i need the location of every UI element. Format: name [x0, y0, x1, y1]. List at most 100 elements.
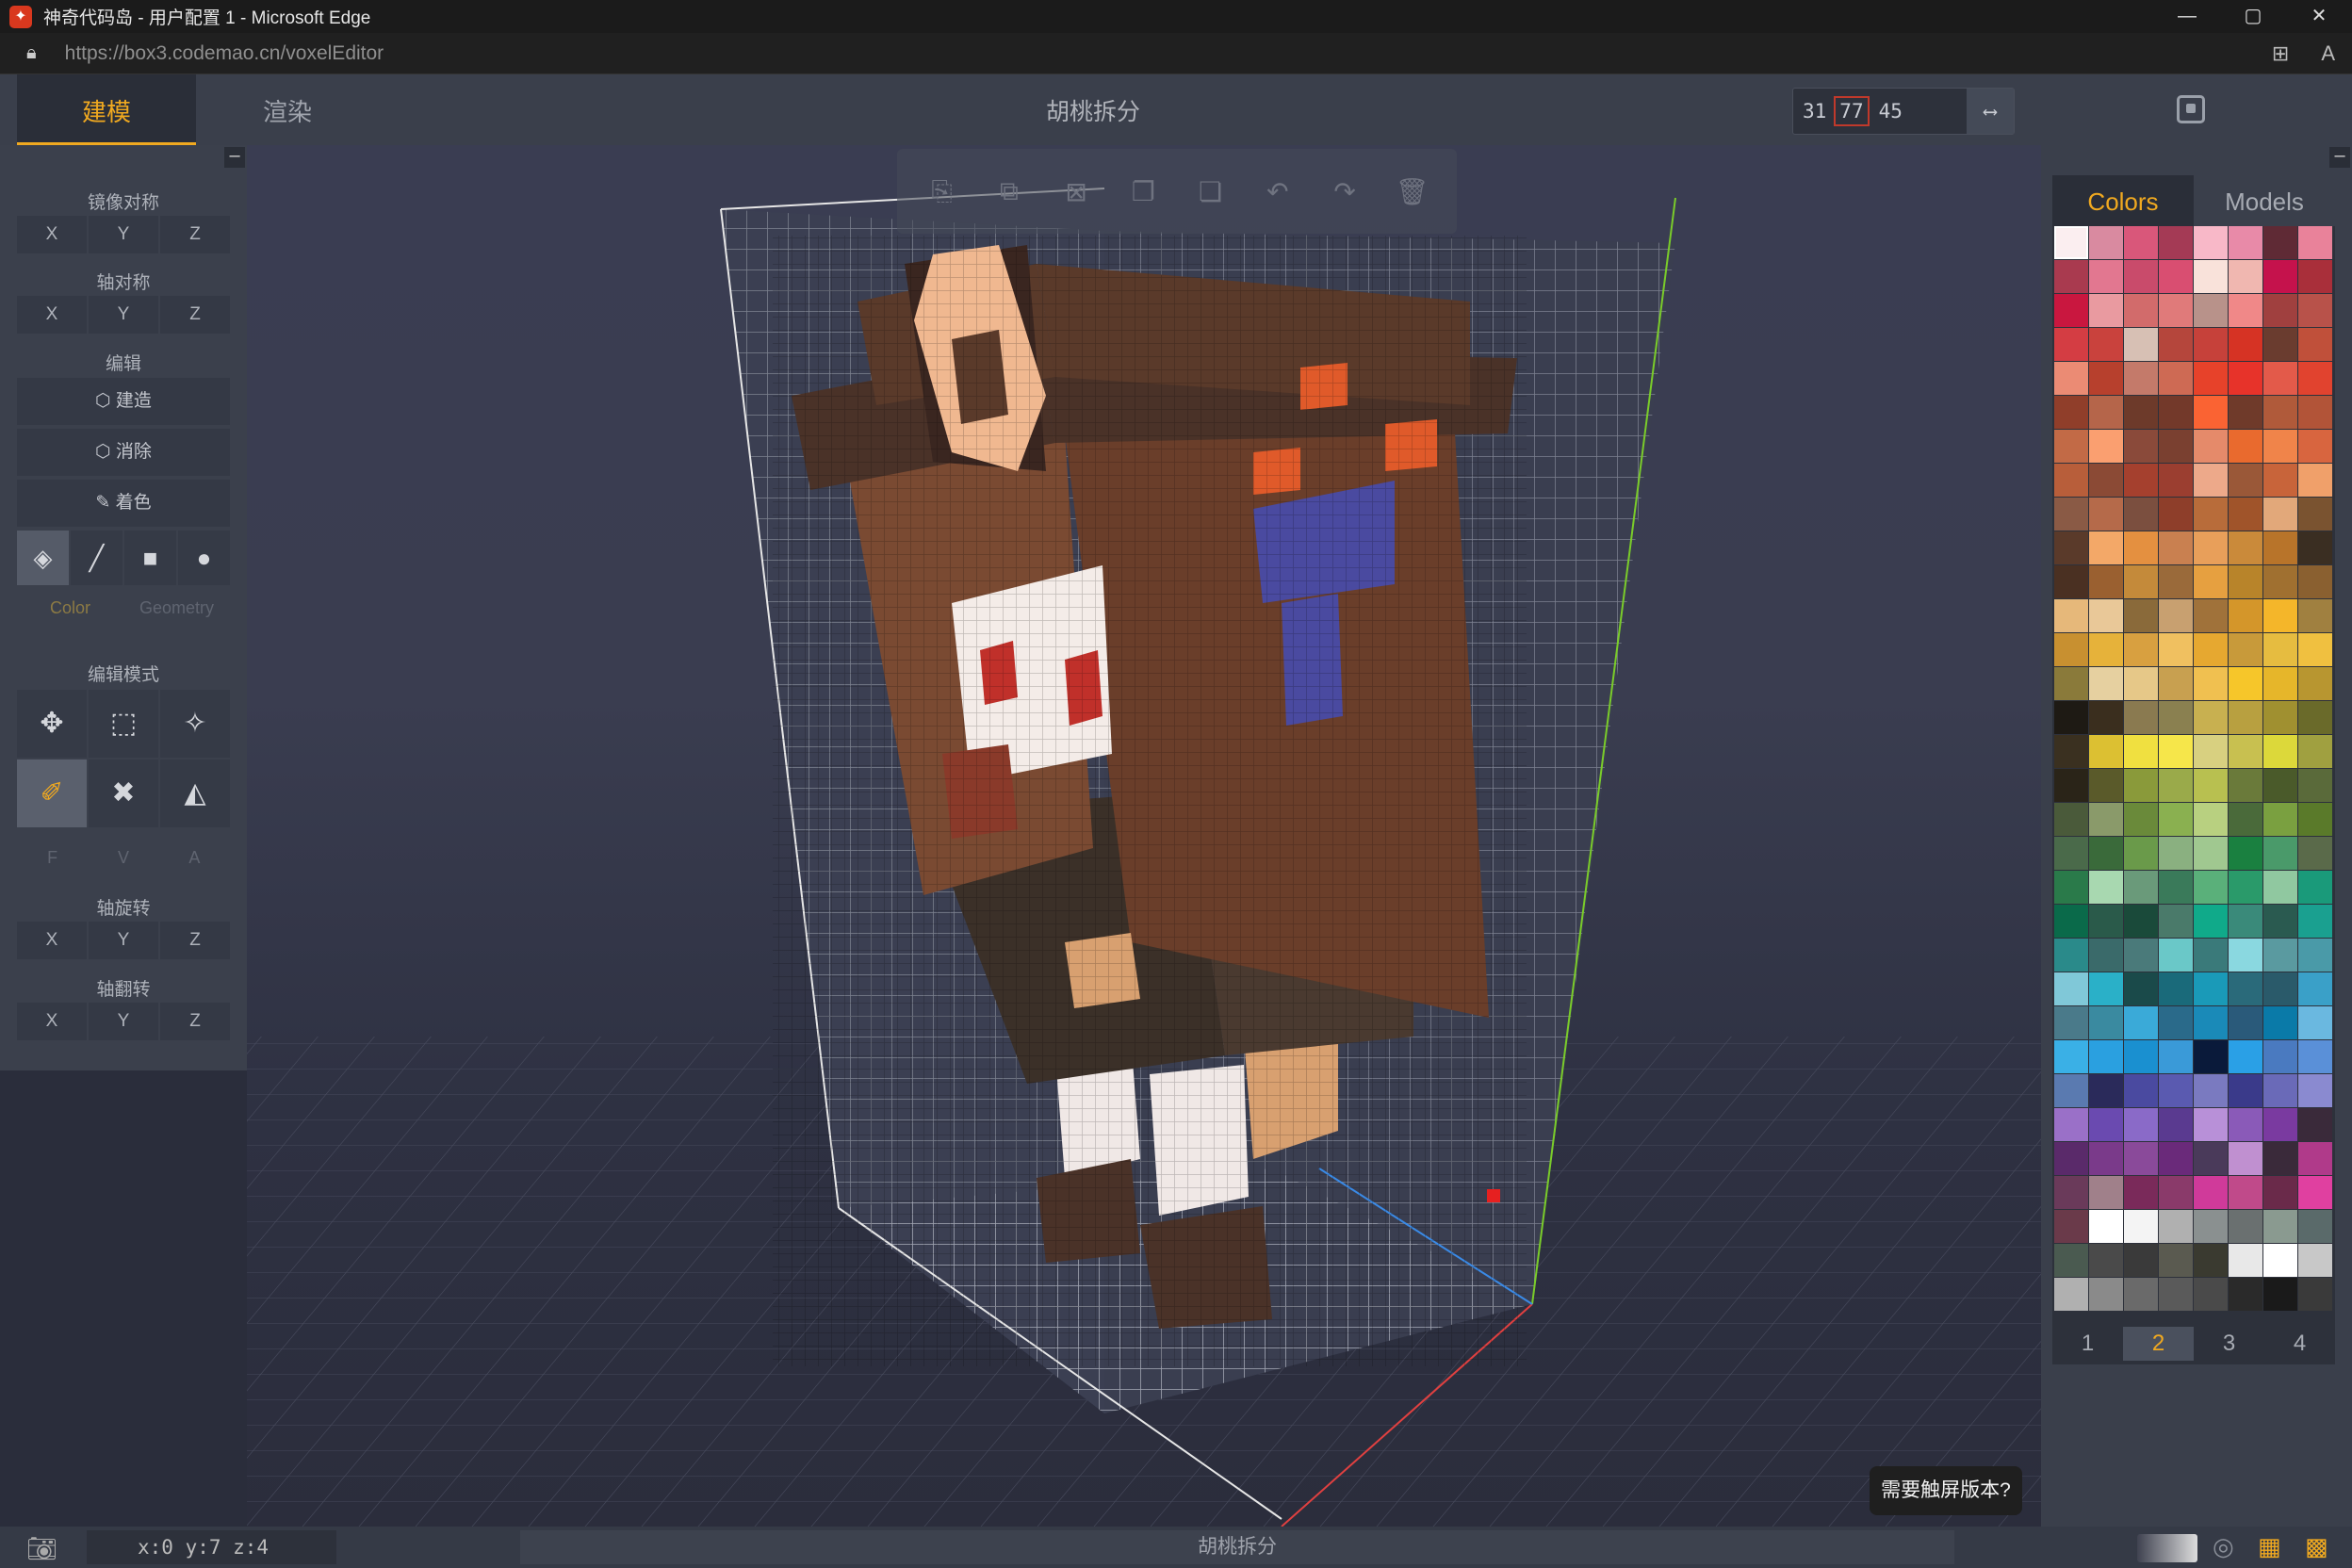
mirror-y-button[interactable]: Y [89, 216, 158, 253]
color-swatch[interactable] [2229, 362, 2262, 395]
color-swatch[interactable] [2298, 565, 2332, 598]
color-swatch[interactable] [2124, 599, 2158, 632]
color-swatch[interactable] [2194, 328, 2228, 361]
color-swatch[interactable] [2298, 769, 2332, 802]
delete-hex-icon[interactable]: ✖ [89, 760, 158, 827]
color-swatch[interactable] [2263, 294, 2297, 327]
color-swatch[interactable] [2298, 837, 2332, 870]
color-swatch[interactable] [2194, 294, 2228, 327]
color-swatch[interactable] [2298, 1074, 2332, 1107]
color-swatch[interactable] [2089, 226, 2123, 259]
color-swatch[interactable] [2089, 599, 2123, 632]
color-swatch[interactable] [2194, 735, 2228, 768]
color-swatch[interactable] [2124, 464, 2158, 497]
color-swatch[interactable] [2298, 498, 2332, 531]
color-swatch[interactable] [2229, 972, 2262, 1005]
color-swatch[interactable] [2089, 565, 2123, 598]
url-text[interactable]: https://box3.codemao.cn/voxelEditor [65, 42, 384, 65]
color-swatch[interactable] [2298, 1142, 2332, 1175]
color-swatch[interactable] [2298, 294, 2332, 327]
collapse-right-button[interactable]: – [2329, 146, 2350, 168]
color-swatch[interactable] [2263, 226, 2297, 259]
color-swatch[interactable] [2194, 1244, 2228, 1277]
vertex-mode[interactable]: V [88, 839, 158, 876]
palette-page-3[interactable]: 3 [2194, 1327, 2264, 1361]
color-swatch[interactable] [2054, 599, 2088, 632]
palette-page-2[interactable]: 2 [2123, 1327, 2194, 1361]
color-swatch[interactable] [2124, 972, 2158, 1005]
color-swatch[interactable] [2194, 667, 2228, 700]
collapse-left-button[interactable]: – [224, 146, 245, 168]
color-swatch[interactable] [2054, 531, 2088, 564]
color-swatch[interactable] [2263, 1176, 2297, 1209]
color-swatch[interactable] [2054, 972, 2088, 1005]
axis-sym-z-button[interactable]: Z [160, 296, 230, 334]
color-swatch[interactable] [2194, 837, 2228, 870]
color-swatch[interactable] [2263, 464, 2297, 497]
color-swatch[interactable] [2263, 362, 2297, 395]
color-swatch[interactable] [2054, 1108, 2088, 1141]
color-swatch[interactable] [2194, 396, 2228, 429]
color-swatch[interactable] [2124, 1074, 2158, 1107]
color-swatch[interactable] [2089, 1210, 2123, 1243]
geometry-mode-tab[interactable]: Geometry [123, 589, 230, 627]
color-swatch[interactable] [2263, 1074, 2297, 1107]
clear-selection-icon[interactable]: ⊠ [1055, 176, 1097, 207]
color-swatch[interactable] [2229, 837, 2262, 870]
color-swatch[interactable] [2089, 531, 2123, 564]
color-swatch[interactable] [2124, 565, 2158, 598]
color-swatch[interactable] [2194, 701, 2228, 734]
tab-build[interactable]: 建模 [17, 74, 196, 145]
color-swatch[interactable] [2089, 769, 2123, 802]
color-swatch[interactable] [2089, 328, 2123, 361]
color-swatch[interactable] [2194, 972, 2228, 1005]
color-swatch[interactable] [2263, 1210, 2297, 1243]
color-swatch[interactable] [2159, 701, 2193, 734]
color-swatch[interactable] [2054, 260, 2088, 293]
color-swatch[interactable] [2263, 260, 2297, 293]
tab-render[interactable]: 渲染 [198, 74, 377, 145]
color-swatch[interactable] [2194, 226, 2228, 259]
color-swatch[interactable] [2194, 1074, 2228, 1107]
minimize-button[interactable]: — [2154, 0, 2220, 33]
color-swatch[interactable] [2124, 905, 2158, 938]
color-swatch[interactable] [2159, 837, 2193, 870]
color-swatch[interactable] [2229, 226, 2262, 259]
color-swatch[interactable] [2298, 531, 2332, 564]
color-swatch[interactable] [2124, 1006, 2158, 1039]
color-swatch[interactable] [2159, 1176, 2193, 1209]
camera-icon[interactable]: 📷︎ [26, 1534, 57, 1563]
square-icon[interactable]: ■ [124, 531, 176, 585]
color-swatch[interactable] [2089, 1176, 2123, 1209]
color-swatch[interactable] [2054, 1244, 2088, 1277]
color-swatch[interactable] [2124, 362, 2158, 395]
color-swatch[interactable] [2263, 1142, 2297, 1175]
address-bar[interactable]: 🔒︎ https://box3.codemao.cn/voxelEditor ⊞… [0, 33, 2352, 74]
color-swatch[interactable] [2263, 1108, 2297, 1141]
color-swatch[interactable] [2263, 972, 2297, 1005]
color-swatch[interactable] [2298, 1006, 2332, 1039]
color-swatch[interactable] [2263, 498, 2297, 531]
axis-sym-y-button[interactable]: Y [89, 296, 158, 334]
color-swatch[interactable] [2159, 769, 2193, 802]
color-swatch[interactable] [2054, 362, 2088, 395]
color-swatch[interactable] [2124, 837, 2158, 870]
color-swatch[interactable] [2194, 565, 2228, 598]
color-swatch[interactable] [2298, 1244, 2332, 1277]
color-swatch[interactable] [2298, 1108, 2332, 1141]
color-swatch[interactable] [2298, 871, 2332, 904]
color-swatch[interactable] [2054, 701, 2088, 734]
color-swatch[interactable] [2054, 328, 2088, 361]
color-swatch[interactable] [2089, 939, 2123, 972]
move-icon[interactable]: ✥ [17, 690, 87, 758]
color-swatch[interactable] [2298, 972, 2332, 1005]
color-swatch[interactable] [2263, 531, 2297, 564]
color-swatch[interactable] [2194, 633, 2228, 666]
rotate-z-button[interactable]: Z [160, 922, 230, 959]
color-swatch[interactable] [2054, 430, 2088, 463]
color-swatch[interactable] [2263, 430, 2297, 463]
tab-models[interactable]: Models [2194, 175, 2335, 226]
color-swatch[interactable] [2298, 362, 2332, 395]
color-swatch[interactable] [2054, 1210, 2088, 1243]
color-swatch[interactable] [2194, 871, 2228, 904]
